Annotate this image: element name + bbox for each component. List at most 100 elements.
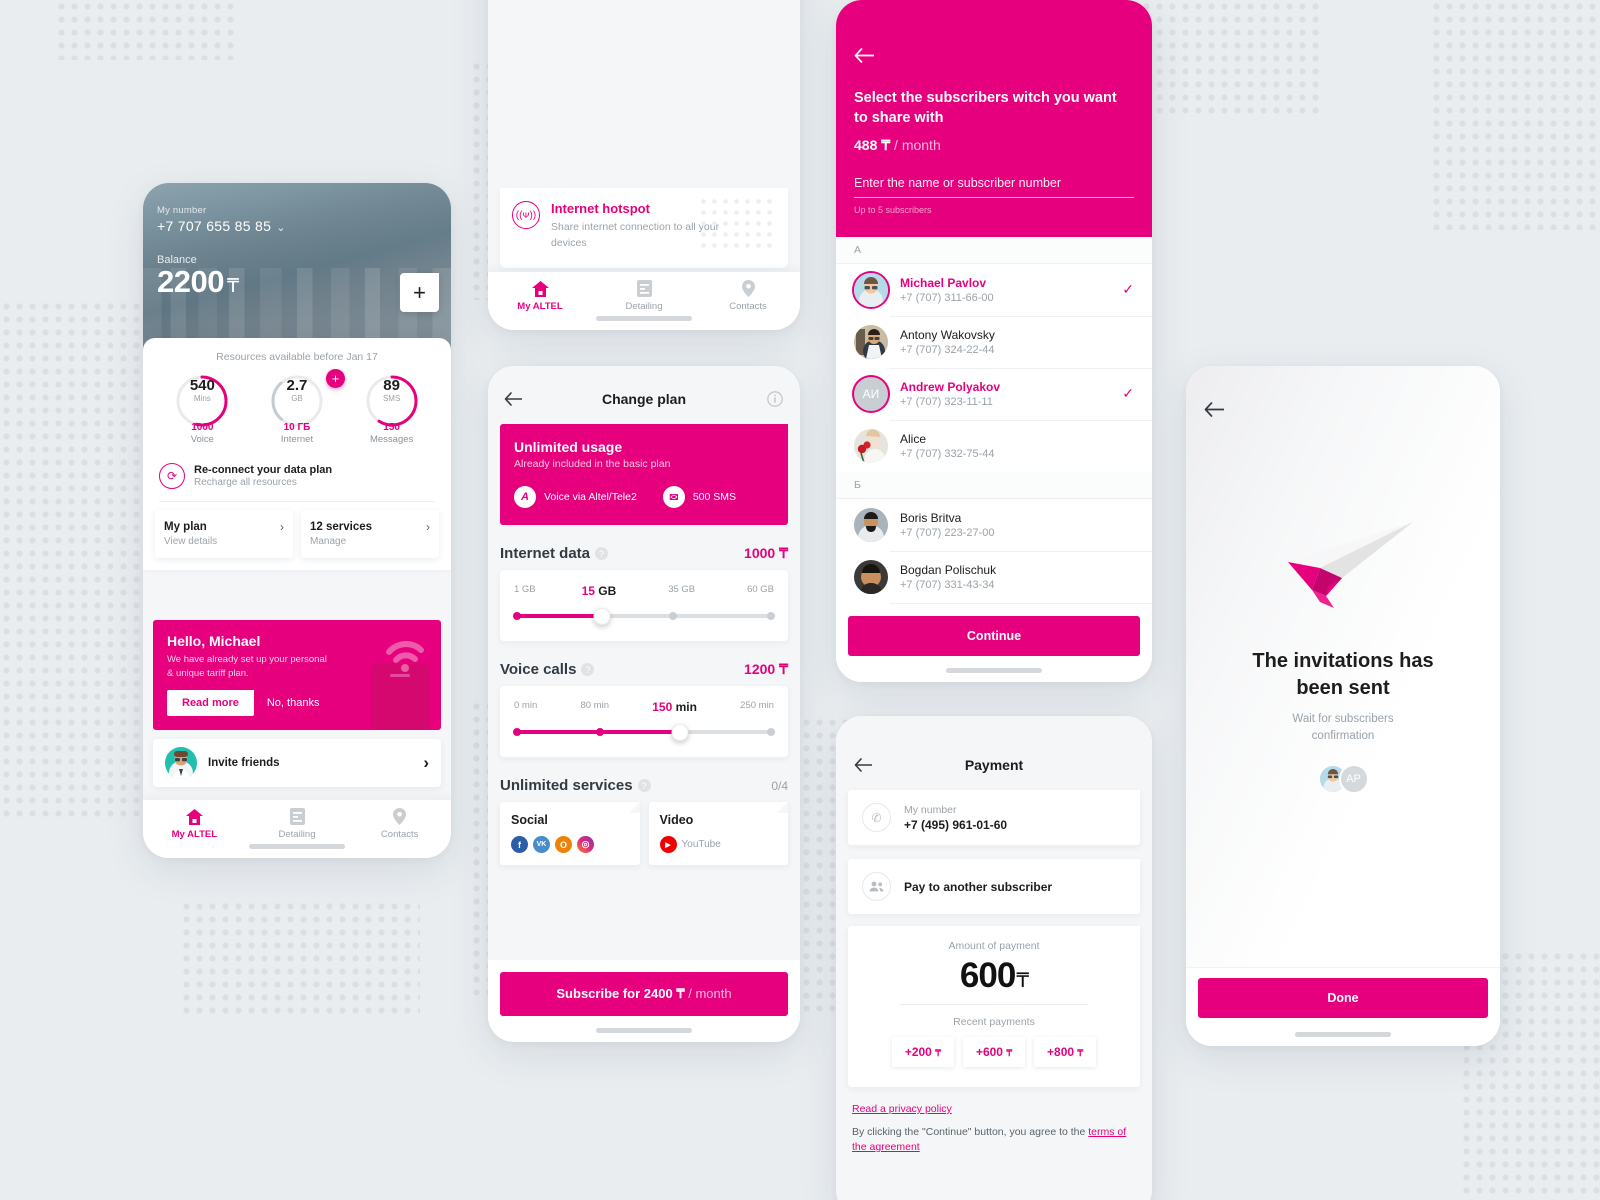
slider-handle[interactable]: [671, 724, 689, 741]
nav-item-my-altel[interactable]: My ALTEL: [488, 280, 592, 312]
vk-icon: VK: [533, 836, 550, 853]
tile-services[interactable]: 12 services › Manage: [301, 510, 439, 558]
altel-logo-icon: A: [514, 486, 536, 508]
dot-pattern-bottom-left: [180, 900, 420, 1020]
page-title: Change plan: [601, 391, 686, 407]
contact-row[interactable]: АИ Andrew Polyakov +7 (707) 323-11-11 ✓: [836, 367, 1152, 420]
dot-pattern-top-left: [55, 0, 235, 60]
recent-amount-button[interactable]: +200 ₸: [891, 1037, 954, 1067]
voice-tick-1: 80 min: [580, 700, 609, 711]
amount-input[interactable]: 600₸: [862, 956, 1126, 996]
pin-glyph: [741, 280, 755, 297]
reconnect-title: Re-connect your data plan: [194, 464, 333, 476]
avatar-initials-text: AP: [1346, 772, 1361, 785]
voice-tick-3: 250 min: [740, 700, 774, 711]
home-indicator: [596, 1028, 692, 1033]
slider-stop-0: [512, 612, 521, 620]
social-icons: f VK O ◎: [511, 836, 629, 853]
my-number-value: +7 (495) 961-01-60: [904, 817, 1008, 832]
my-number-label: My number: [904, 803, 957, 816]
add-internet-button[interactable]: +: [326, 369, 345, 388]
contact-row[interactable]: Antony Wakovsky +7 (707) 324-22-44: [836, 315, 1152, 368]
location-pin-icon: [348, 808, 451, 825]
continue-button[interactable]: Continue: [848, 616, 1140, 656]
back-button[interactable]: [854, 48, 875, 68]
recent-amount-button[interactable]: +800 ₸: [1034, 1037, 1097, 1067]
reconnect-data-plan-row[interactable]: ⟳ Re-connect your data plan Recharge all…: [155, 453, 439, 499]
unlimited-sub: Already included in the basic plan: [514, 458, 671, 470]
service-card-social[interactable]: Social f VK O ◎: [500, 802, 640, 865]
ring-unit-voice: Mins: [193, 393, 211, 403]
ring-value-voice: 540: [189, 377, 215, 394]
resource-ring-messages[interactable]: 89 SMS 150 Messages: [363, 372, 421, 445]
tile-my-plan[interactable]: My plan › View details: [155, 510, 293, 558]
help-icon[interactable]: ?: [581, 663, 595, 676]
location-pin-icon: [696, 280, 800, 297]
contact-info: Bogdan Polischuk +7 (707) 331-43-34: [900, 563, 996, 591]
info-button[interactable]: [764, 388, 786, 410]
back-button[interactable]: [852, 754, 874, 776]
video-icons: ▶ YouTube: [659, 836, 778, 853]
my-number-card[interactable]: ✆ My number +7 (495) 961-01-60: [848, 790, 1140, 845]
nav-item-my-altel[interactable]: My ALTEL: [143, 808, 246, 840]
tile-my-plan-title: My plan: [164, 521, 207, 533]
quick-tiles: My plan › View details 12 services › Man…: [155, 510, 439, 558]
back-button[interactable]: [1204, 402, 1225, 422]
recent-amount-button[interactable]: +600 ₸: [962, 1037, 1026, 1067]
voice-slider[interactable]: [512, 724, 776, 741]
invitation-sub: Wait for subscribers confirmation: [1292, 713, 1394, 743]
header-spacer: [1114, 754, 1136, 776]
nav-label-detailing: Detailing: [625, 301, 663, 312]
back-button[interactable]: [502, 388, 524, 410]
contact-name: Andrew Polyakov: [900, 379, 1001, 394]
contact-row[interactable]: Bogdan Polischuk +7 (707) 331-43-34: [836, 550, 1152, 603]
promo-banner: Hello, Michael We have already set up yo…: [153, 620, 441, 730]
promo-actions: Read more No, thanks: [167, 690, 319, 716]
sheet-divider: [159, 501, 435, 502]
help-icon[interactable]: ?: [637, 779, 651, 792]
nav-item-detailing[interactable]: Detailing: [592, 280, 696, 312]
phone-invitations-sent: The invitations has been sent Wait for s…: [1186, 366, 1500, 1046]
nav-item-contacts[interactable]: Contacts: [348, 808, 451, 840]
invite-friends-row[interactable]: Invite friends ›: [153, 739, 441, 787]
amount-card: Amount of payment 600₸ Recent payments +…: [848, 926, 1140, 1087]
avatar: [854, 559, 888, 594]
privacy-policy-link[interactable]: Read a privacy policy: [852, 1103, 952, 1115]
help-icon[interactable]: ?: [595, 547, 609, 560]
home-glyph: [531, 280, 549, 297]
contact-row[interactable]: Alice +7 (707) 332-75-44: [836, 419, 1152, 472]
reconnect-sub: Recharge all resources: [194, 477, 297, 488]
no-thanks-button[interactable]: No, thanks: [267, 697, 320, 709]
tile-my-plan-header: My plan ›: [164, 520, 284, 534]
document-glyph: [636, 280, 652, 297]
pay-another-subscriber-card[interactable]: Pay to another subscriber: [848, 859, 1140, 914]
resource-ring-internet[interactable]: 2.7 GB 10 ГБ Internet: [268, 372, 326, 445]
internet-slider[interactable]: [512, 608, 776, 625]
nav-label-my-altel: My ALTEL: [517, 301, 563, 312]
home-icon: [488, 280, 592, 297]
read-more-button[interactable]: Read more: [167, 690, 254, 716]
my-number-text: My number +7 (495) 961-01-60: [904, 804, 1007, 832]
done-button[interactable]: Done: [1198, 978, 1488, 1018]
unlimited-items: A Voice via Altel/Tele2 ✉ 500 SMS: [514, 486, 774, 508]
subscribe-button[interactable]: Subscribe for 2400 ₸ / month: [500, 972, 788, 1016]
invitation-content: The invitations has been sent Wait for s…: [1186, 516, 1500, 794]
contact-row[interactable]: Michael Pavlov +7 (707) 311-66-00 ✓: [836, 263, 1152, 316]
ring-center-messages: 89 SMS: [363, 378, 421, 403]
contact-row[interactable]: Boris Britva +7 (707) 223-27-00: [836, 498, 1152, 551]
resource-ring-voice[interactable]: 540 Mins 1000 Voice: [173, 372, 231, 445]
service-card-video[interactable]: Video ▶ YouTube: [648, 802, 788, 865]
nav-item-contacts[interactable]: Contacts: [696, 280, 800, 312]
slider-handle[interactable]: [593, 608, 611, 625]
terms-prefix: By clicking the "Continue" button, you a…: [852, 1126, 1089, 1138]
subscriber-search-input[interactable]: Enter the name or subscriber number: [854, 176, 1134, 198]
nav-item-detailing[interactable]: Detailing: [246, 808, 349, 840]
chevron-right-icon: ›: [426, 520, 430, 534]
top-up-button[interactable]: +: [400, 273, 439, 312]
contact-info: Andrew Polyakov +7 (707) 323-11-11: [900, 380, 1000, 408]
internet-hotspot-card[interactable]: ((ᴪ)) Internet hotspot Share internet co…: [500, 188, 788, 268]
internet-data-heading: Internet data: [500, 545, 591, 562]
subscriber-input-hint: Up to 5 subscribers: [854, 204, 932, 215]
my-number-selector[interactable]: +7 707 655 85 85 ⌄: [157, 218, 451, 234]
screen-my-altel: My number +7 707 655 85 85 ⌄ Balance 2200…: [143, 183, 451, 858]
